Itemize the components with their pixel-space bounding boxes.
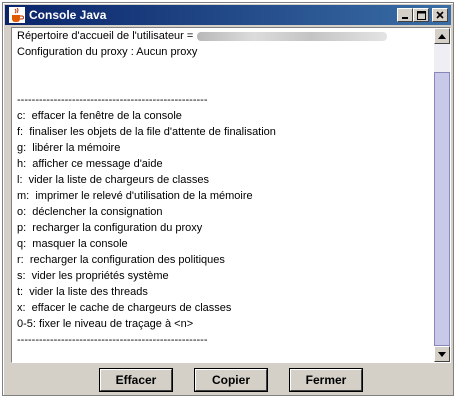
- console-line: g: libérer la mémoire: [17, 142, 121, 154]
- console-line: f: finaliser les objets de la file d'att…: [17, 126, 276, 138]
- console-lines: Configuration du proxy : Aucun proxy ----…: [17, 44, 431, 348]
- console-line: ----------------------------------------…: [17, 334, 208, 346]
- console-line: l: vider la liste de chargeurs de classe…: [17, 174, 209, 186]
- arrow-up-icon: [438, 33, 446, 39]
- java-console-window: Console Java Répertoire d'accueil de l'u…: [2, 2, 454, 396]
- scroll-down-button[interactable]: [434, 346, 450, 362]
- console-line: s: vider les propriétés système: [17, 270, 169, 282]
- scroll-up-button[interactable]: [434, 28, 450, 44]
- minimize-button[interactable]: [397, 8, 413, 22]
- console-line: p: recharger la configuration du proxy: [17, 222, 203, 234]
- user-home-label: Répertoire d'accueil de l'utilisateur =: [17, 30, 194, 42]
- java-cup-icon: [9, 7, 25, 23]
- button-bar: Effacer Copier Fermer: [3, 365, 453, 395]
- scroll-thumb[interactable]: [434, 72, 450, 346]
- maximize-button[interactable]: [413, 8, 429, 22]
- clear-button[interactable]: Effacer: [100, 369, 172, 391]
- console-line: 0-5: fixer le niveau de traçage à <n>: [17, 318, 194, 330]
- console-line: m: imprimer le relevé d'utilisation de l…: [17, 190, 253, 202]
- title-bar[interactable]: Console Java: [5, 5, 451, 25]
- console-line: q: masquer la console: [17, 238, 128, 250]
- console-line: o: déclencher la consignation: [17, 206, 163, 218]
- console-line: t: vider la liste des threads: [17, 286, 148, 298]
- console-text[interactable]: Répertoire d'accueil de l'utilisateur = …: [17, 28, 431, 362]
- copy-button[interactable]: Copier: [195, 369, 267, 391]
- console-line-user-home: Répertoire d'accueil de l'utilisateur =: [17, 28, 431, 44]
- close-icon: [436, 11, 444, 19]
- console-line: ----------------------------------------…: [17, 94, 208, 106]
- console-line: Configuration du proxy : Aucun proxy: [17, 46, 198, 58]
- maximize-icon: [416, 10, 426, 20]
- console-line: r: recharger la configuration des politi…: [17, 254, 225, 266]
- minimize-icon: [402, 17, 408, 19]
- close-console-button[interactable]: Fermer: [290, 369, 362, 391]
- arrow-down-icon: [438, 351, 446, 357]
- redacted-path: [197, 31, 388, 41]
- vertical-scrollbar[interactable]: [434, 28, 450, 362]
- console-line: h: afficher ce message d'aide: [17, 158, 163, 170]
- console-output-area[interactable]: Répertoire d'accueil de l'utilisateur = …: [11, 27, 451, 363]
- window-title: Console Java: [29, 8, 107, 22]
- console-line: c: effacer la fenêtre de la console: [17, 110, 182, 122]
- close-button[interactable]: [432, 8, 448, 22]
- console-line: x: effacer le cache de chargeurs de clas…: [17, 302, 232, 314]
